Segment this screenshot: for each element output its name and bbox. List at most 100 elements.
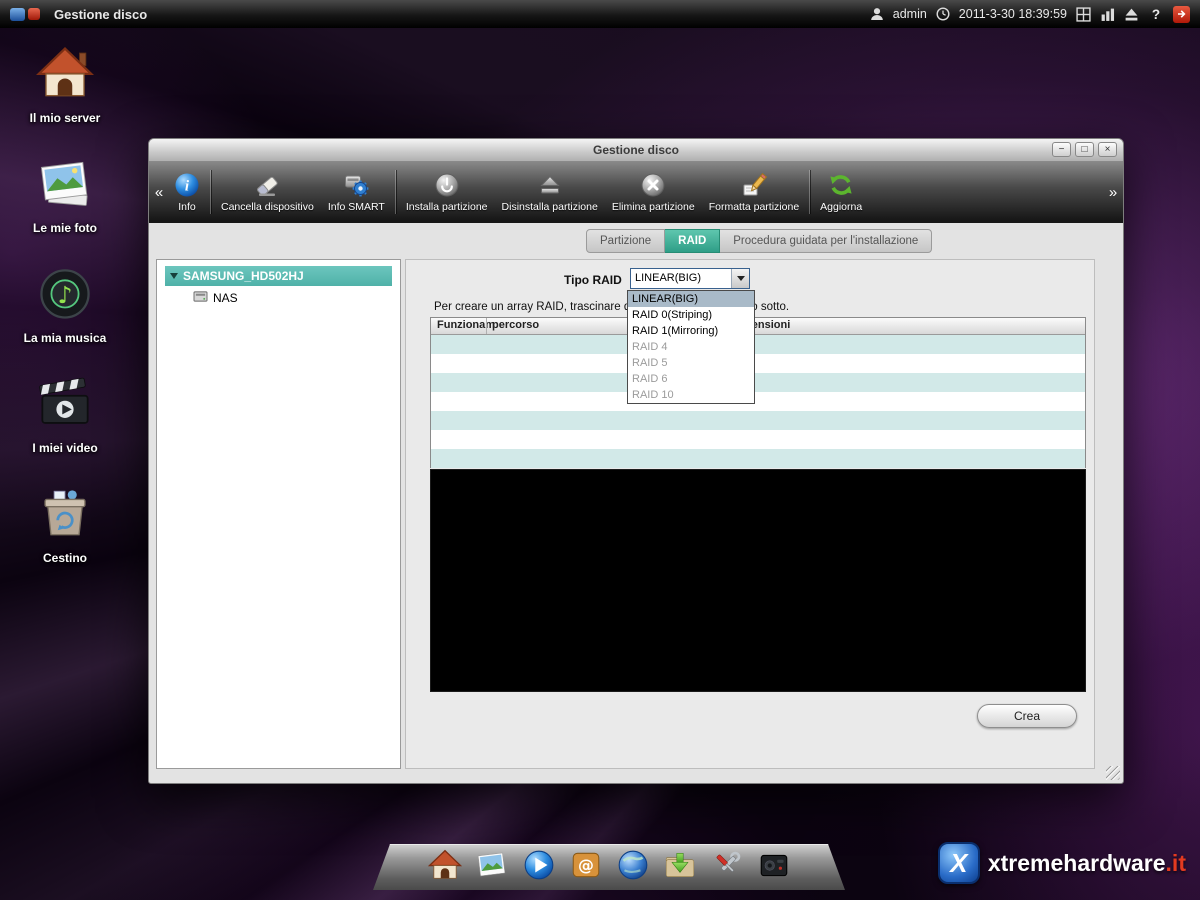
toolbar-info-button[interactable]: i Info (167, 171, 207, 213)
photos-icon (36, 154, 94, 217)
toolbar-scroll-right[interactable]: » (1105, 184, 1121, 201)
tree-expander-icon[interactable] (170, 273, 178, 279)
video-clapper-icon (36, 374, 94, 437)
clock-icon (936, 7, 950, 21)
dock-mail-icon[interactable]: @ (569, 848, 603, 882)
chevron-down-icon (737, 276, 745, 281)
minimize-button[interactable]: − (1052, 142, 1071, 157)
toolbar-format-partition-button[interactable]: Formatta partizione (702, 171, 806, 213)
table-row (431, 430, 1085, 449)
close-button[interactable]: × (1098, 142, 1117, 157)
tab-raid[interactable]: RAID (665, 229, 720, 253)
raid-option-linear[interactable]: LINEAR(BIG) (628, 291, 754, 307)
trash-icon (36, 484, 94, 547)
toolbar-install-partition-button[interactable]: Installa partizione (399, 171, 495, 213)
eject-partition-icon (537, 171, 563, 199)
svg-text:@: @ (578, 855, 594, 874)
tab-partizione[interactable]: Partizione (586, 229, 665, 253)
toolbar-separator (210, 170, 211, 214)
toolbar-scroll-left[interactable]: « (151, 184, 167, 201)
site-watermark: X xtremehardware.it (938, 842, 1186, 884)
table-row (431, 354, 1085, 373)
partition-table: Funzionam percorso Dimensioni (430, 317, 1086, 468)
column-header: percorso (492, 319, 539, 331)
toolbar-smart-info-button[interactable]: Info SMART (321, 171, 392, 213)
music-icon: ♪ (36, 264, 94, 327)
device-tree-panel: SAMSUNG_HD502HJ NAS (156, 259, 401, 769)
delete-circle-icon (640, 171, 666, 199)
logout-icon[interactable] (1173, 6, 1190, 23)
dock-home-icon[interactable] (428, 848, 462, 882)
combo-dropdown-button[interactable] (731, 269, 749, 288)
apps-grid-icon[interactable] (1076, 7, 1091, 22)
eject-icon[interactable] (1124, 7, 1139, 22)
table-row (431, 392, 1085, 411)
menubar-user[interactable]: admin (893, 7, 927, 21)
resize-grip[interactable] (1106, 766, 1120, 780)
raid-drop-zone[interactable] (430, 469, 1086, 692)
tab-installation-wizard[interactable]: Procedura guidata per l'installazione (720, 229, 932, 253)
svg-text:♪: ♪ (57, 281, 72, 309)
system-logo-icon[interactable] (10, 8, 40, 21)
dock-devices-icon[interactable] (757, 848, 791, 882)
desktop-icon-trash[interactable]: Cestino (18, 484, 112, 565)
xtremehardware-logo-icon: X (938, 842, 980, 884)
toolbar-uninstall-partition-button[interactable]: Disinstalla partizione (495, 171, 605, 213)
tab-bar: Partizione RAID Procedura guidata per l'… (586, 229, 932, 253)
dock: @ (373, 840, 845, 888)
raid-type-select[interactable]: LINEAR(BIG) (630, 268, 750, 289)
window-toolbar: « i Info Cancella dispositivo Info SMART… (149, 161, 1123, 223)
dock-photos-icon[interactable] (475, 848, 509, 882)
raid-option-raid1[interactable]: RAID 1(Mirroring) (628, 323, 754, 339)
menubar-title: Gestione disco (54, 7, 147, 22)
table-row (431, 411, 1085, 430)
xtremehardware-text: xtremehardware.it (988, 850, 1186, 877)
desktop-icon-my-photos[interactable]: Le mie foto (18, 154, 112, 235)
raid-option-raid4: RAID 4 (628, 339, 754, 355)
raid-option-raid10: RAID 10 (628, 387, 754, 403)
dock-tools-icon[interactable] (710, 848, 744, 882)
dock-media-player-icon[interactable] (522, 848, 556, 882)
maximize-button[interactable]: □ (1075, 142, 1094, 157)
toolbar-erase-device-button[interactable]: Cancella dispositivo (214, 171, 321, 213)
desktop-icon-label: Le mie foto (33, 221, 97, 235)
desktop-icon-label: Il mio server (30, 111, 101, 125)
raid-option-raid0[interactable]: RAID 0(Striping) (628, 307, 754, 323)
toolbar-separator (809, 170, 810, 214)
create-button[interactable]: Crea (977, 704, 1077, 728)
toolbar-refresh-button[interactable]: Aggiorna (813, 171, 869, 213)
desktop-icon-label: I miei video (32, 441, 97, 455)
raid-panel: Tipo RAID LINEAR(BIG) Per creare un arra… (405, 259, 1095, 769)
window-titlebar[interactable]: Gestione disco − □ × (149, 139, 1123, 162)
brand-tld: .it (1166, 850, 1186, 876)
install-partition-icon (434, 171, 460, 199)
home-icon (36, 44, 94, 107)
menubar-datetime: 2011-3-30 18:39:59 (959, 7, 1067, 21)
tree-item-device[interactable]: SAMSUNG_HD502HJ (165, 266, 392, 286)
toolbar-delete-partition-button[interactable]: Elimina partizione (605, 171, 702, 213)
disk-gear-icon (343, 171, 369, 199)
tree-item-nas[interactable]: NAS (157, 288, 400, 307)
tree-nas-label: NAS (213, 291, 238, 305)
desktop-icon-label: La mia musica (24, 331, 107, 345)
desktop-icon-my-music[interactable]: ♪ La mia musica (18, 264, 112, 345)
tree-device-label: SAMSUNG_HD502HJ (183, 269, 304, 283)
desktop-icon-my-videos[interactable]: I miei video (18, 374, 112, 455)
refresh-icon (828, 171, 854, 199)
help-button[interactable]: ? (1148, 7, 1164, 22)
usage-stats-icon[interactable] (1100, 7, 1115, 22)
toolbar-separator (395, 170, 396, 214)
dock-download-icon[interactable] (663, 848, 697, 882)
user-icon (870, 7, 884, 21)
pencil-icon (741, 171, 767, 199)
window-title: Gestione disco (593, 143, 679, 157)
column-separator (486, 318, 487, 334)
desktop-icon-label: Cestino (43, 551, 87, 565)
raid-type-label: Tipo RAID (564, 273, 622, 287)
table-row (431, 335, 1085, 354)
dock-browser-icon[interactable] (616, 848, 650, 882)
eraser-icon (254, 171, 280, 199)
desktop-icon-my-server[interactable]: Il mio server (18, 44, 112, 125)
top-menubar: Gestione disco admin 2011-3-30 18:39:59 … (0, 0, 1200, 28)
info-icon: i (174, 171, 200, 199)
